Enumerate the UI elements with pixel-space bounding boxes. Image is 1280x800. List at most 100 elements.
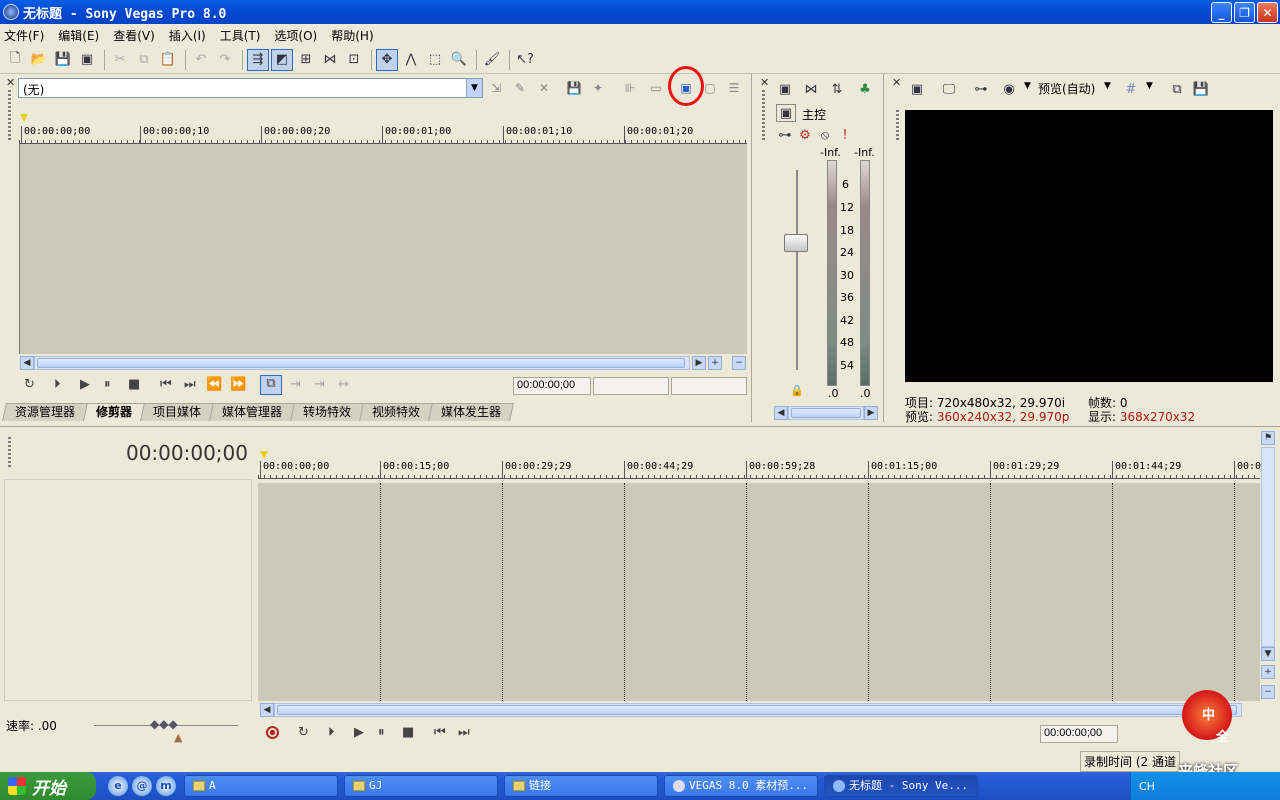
scroll-thumb[interactable]: [37, 358, 685, 368]
loop-icon[interactable]: ↻: [24, 377, 35, 392]
menu-view[interactable]: 查看(V): [113, 27, 155, 44]
tab-trimmer[interactable]: 修剪器: [83, 403, 145, 421]
restore-button[interactable]: ❐: [1234, 2, 1255, 23]
timeline-ruler[interactable]: 00:00:00;00 00:00:15;00 00:00:29;29 00:0…: [258, 461, 1261, 479]
menu-edit[interactable]: 编辑(E): [58, 27, 99, 44]
scroll-left-button[interactable]: ◀: [20, 356, 34, 370]
render-icon[interactable]: 🖌: [481, 49, 503, 71]
save-region-icon[interactable]: 💾: [564, 79, 584, 97]
open-icon[interactable]: 📂: [28, 49, 50, 71]
app-icon[interactable]: [3, 4, 19, 20]
volume-fader[interactable]: [784, 234, 808, 252]
video-fx-icon[interactable]: ⊶: [970, 78, 992, 100]
solo-icon[interactable]: !: [836, 124, 854, 146]
timeline-vscroll[interactable]: [1261, 447, 1275, 647]
expand-icon[interactable]: ↔: [338, 377, 349, 392]
task-folder-links[interactable]: 链接: [504, 775, 658, 797]
fader-track[interactable]: [796, 170, 798, 370]
downmix-icon[interactable]: ⋈: [800, 78, 822, 100]
delete-icon[interactable]: ✕: [534, 79, 554, 97]
zoom-in-button[interactable]: +: [708, 356, 722, 370]
trimmer-hscroll[interactable]: [34, 356, 690, 370]
normal-edit-tool-icon[interactable]: ✥: [376, 48, 398, 71]
menu-options[interactable]: 选项(O): [274, 27, 317, 44]
zoom-out-button[interactable]: −: [732, 356, 746, 370]
stop-icon[interactable]: ■: [402, 725, 414, 740]
trimmer-work-area[interactable]: [19, 144, 747, 354]
save-snapshot-icon[interactable]: 💾: [1190, 78, 1212, 100]
mute-icon[interactable]: ⦸: [816, 124, 834, 146]
external-monitor-icon[interactable]: 🖵: [938, 78, 960, 100]
preview-quality-select[interactable]: 预览(自动): [1038, 80, 1095, 97]
scroll-thumb[interactable]: [791, 408, 861, 418]
overlays-grid-icon[interactable]: #: [1120, 78, 1142, 100]
settings-gear-icon[interactable]: ⚙: [796, 124, 814, 146]
zoom-tool-icon[interactable]: 🔍: [448, 49, 470, 71]
tab-transitions[interactable]: 转场特效: [290, 403, 364, 421]
pause-icon[interactable]: ⏸: [104, 377, 111, 392]
envelope-tool-icon[interactable]: ⋀: [400, 49, 422, 71]
mixer-hscroll[interactable]: [788, 406, 864, 420]
task-vegas-main[interactable]: 无标题 - Sony Ve...: [824, 775, 978, 797]
play-icon[interactable]: ▶: [354, 725, 364, 740]
panel-gripper[interactable]: [8, 90, 11, 140]
copy-snapshot-icon[interactable]: ⧉: [1166, 78, 1188, 100]
close-panel-icon[interactable]: ✕: [892, 76, 901, 89]
task-folder-gj[interactable]: GJ: [344, 775, 498, 797]
close-button[interactable]: ✕: [1257, 2, 1278, 23]
go-to-start-icon[interactable]: ⏮: [434, 725, 446, 740]
scroll-thumb[interactable]: [277, 705, 1237, 715]
fit-icon[interactable]: ☰: [724, 79, 744, 97]
preview-properties-icon[interactable]: ▣: [906, 78, 928, 100]
chevron-down-icon[interactable]: ▼: [1146, 81, 1153, 91]
tab-project-media[interactable]: 项目媒体: [140, 403, 214, 421]
tab-media-generators[interactable]: 媒体发生器: [428, 403, 515, 421]
loop-icon[interactable]: ↻: [298, 725, 309, 740]
scroll-right-button[interactable]: ▶: [692, 356, 706, 370]
save-icon[interactable]: 💾: [52, 49, 74, 71]
selection-mode-icon[interactable]: ▭: [646, 79, 666, 97]
marker-icon[interactable]: ✦: [588, 79, 608, 97]
properties-icon[interactable]: ▣: [76, 49, 98, 71]
trimmer-source-select[interactable]: (无) ▼: [18, 78, 483, 98]
mixer-properties-icon[interactable]: ▣: [774, 78, 796, 100]
insert-icon[interactable]: ⇥: [290, 377, 301, 392]
new-icon[interactable]: 🗋: [4, 49, 26, 71]
insert-bus-icon[interactable]: ♣: [854, 78, 876, 100]
start-button[interactable]: 开始: [0, 772, 96, 800]
panel-gripper[interactable]: [762, 90, 765, 140]
menu-tools[interactable]: 工具(T): [220, 27, 261, 44]
copy-icon[interactable]: ⧉: [133, 49, 155, 71]
scroll-left-button[interactable]: ◀: [774, 406, 788, 420]
language-indicator[interactable]: CH: [1139, 780, 1155, 793]
dim-output-icon[interactable]: ⇅: [826, 78, 848, 100]
edit-icon[interactable]: ✎: [510, 79, 530, 97]
add-to-timeline-icon[interactable]: ⇲: [486, 79, 506, 97]
scroll-left-button[interactable]: ◀: [260, 703, 274, 717]
tab-video-fx[interactable]: 视频特效: [359, 403, 434, 421]
panel-gripper[interactable]: [896, 110, 899, 140]
whats-this-help-icon[interactable]: ↖?: [514, 49, 536, 71]
overwrite-mode-icon[interactable]: ⧉: [260, 375, 282, 395]
play-from-start-icon[interactable]: ⏵: [54, 377, 61, 392]
go-to-end-icon[interactable]: ⏭: [184, 377, 196, 392]
outlook-icon[interactable]: @: [132, 776, 152, 796]
fit-to-fill-icon[interactable]: ⇥: [314, 377, 325, 392]
chevron-down-icon[interactable]: ▼: [1104, 81, 1111, 91]
stop-icon[interactable]: ■: [128, 377, 140, 392]
close-panel-icon[interactable]: ✕: [760, 76, 769, 89]
trimmer-ruler[interactable]: 00:00:00;00 00:00:00;10 00:00:00;20 00:0…: [19, 126, 747, 144]
timeline-track-area[interactable]: [258, 483, 1260, 701]
redo-icon[interactable]: ↷: [214, 49, 236, 71]
video-preview-screen[interactable]: [905, 110, 1273, 382]
split-screen-icon[interactable]: ◉: [998, 78, 1020, 100]
close-panel-icon[interactable]: ✕: [6, 76, 15, 89]
trim-mode-icon[interactable]: ⊪: [620, 79, 640, 97]
play-icon[interactable]: ▶: [80, 377, 90, 392]
track-list-header[interactable]: [4, 479, 252, 701]
selection-tool-icon[interactable]: ⬚: [424, 49, 446, 71]
rate-slider-handle[interactable]: ◆◆◆: [150, 717, 178, 731]
auto-ripple-icon[interactable]: ⇶: [247, 48, 269, 71]
menu-insert[interactable]: 插入(I): [169, 27, 206, 44]
lock-icon[interactable]: 🔒: [790, 384, 804, 397]
